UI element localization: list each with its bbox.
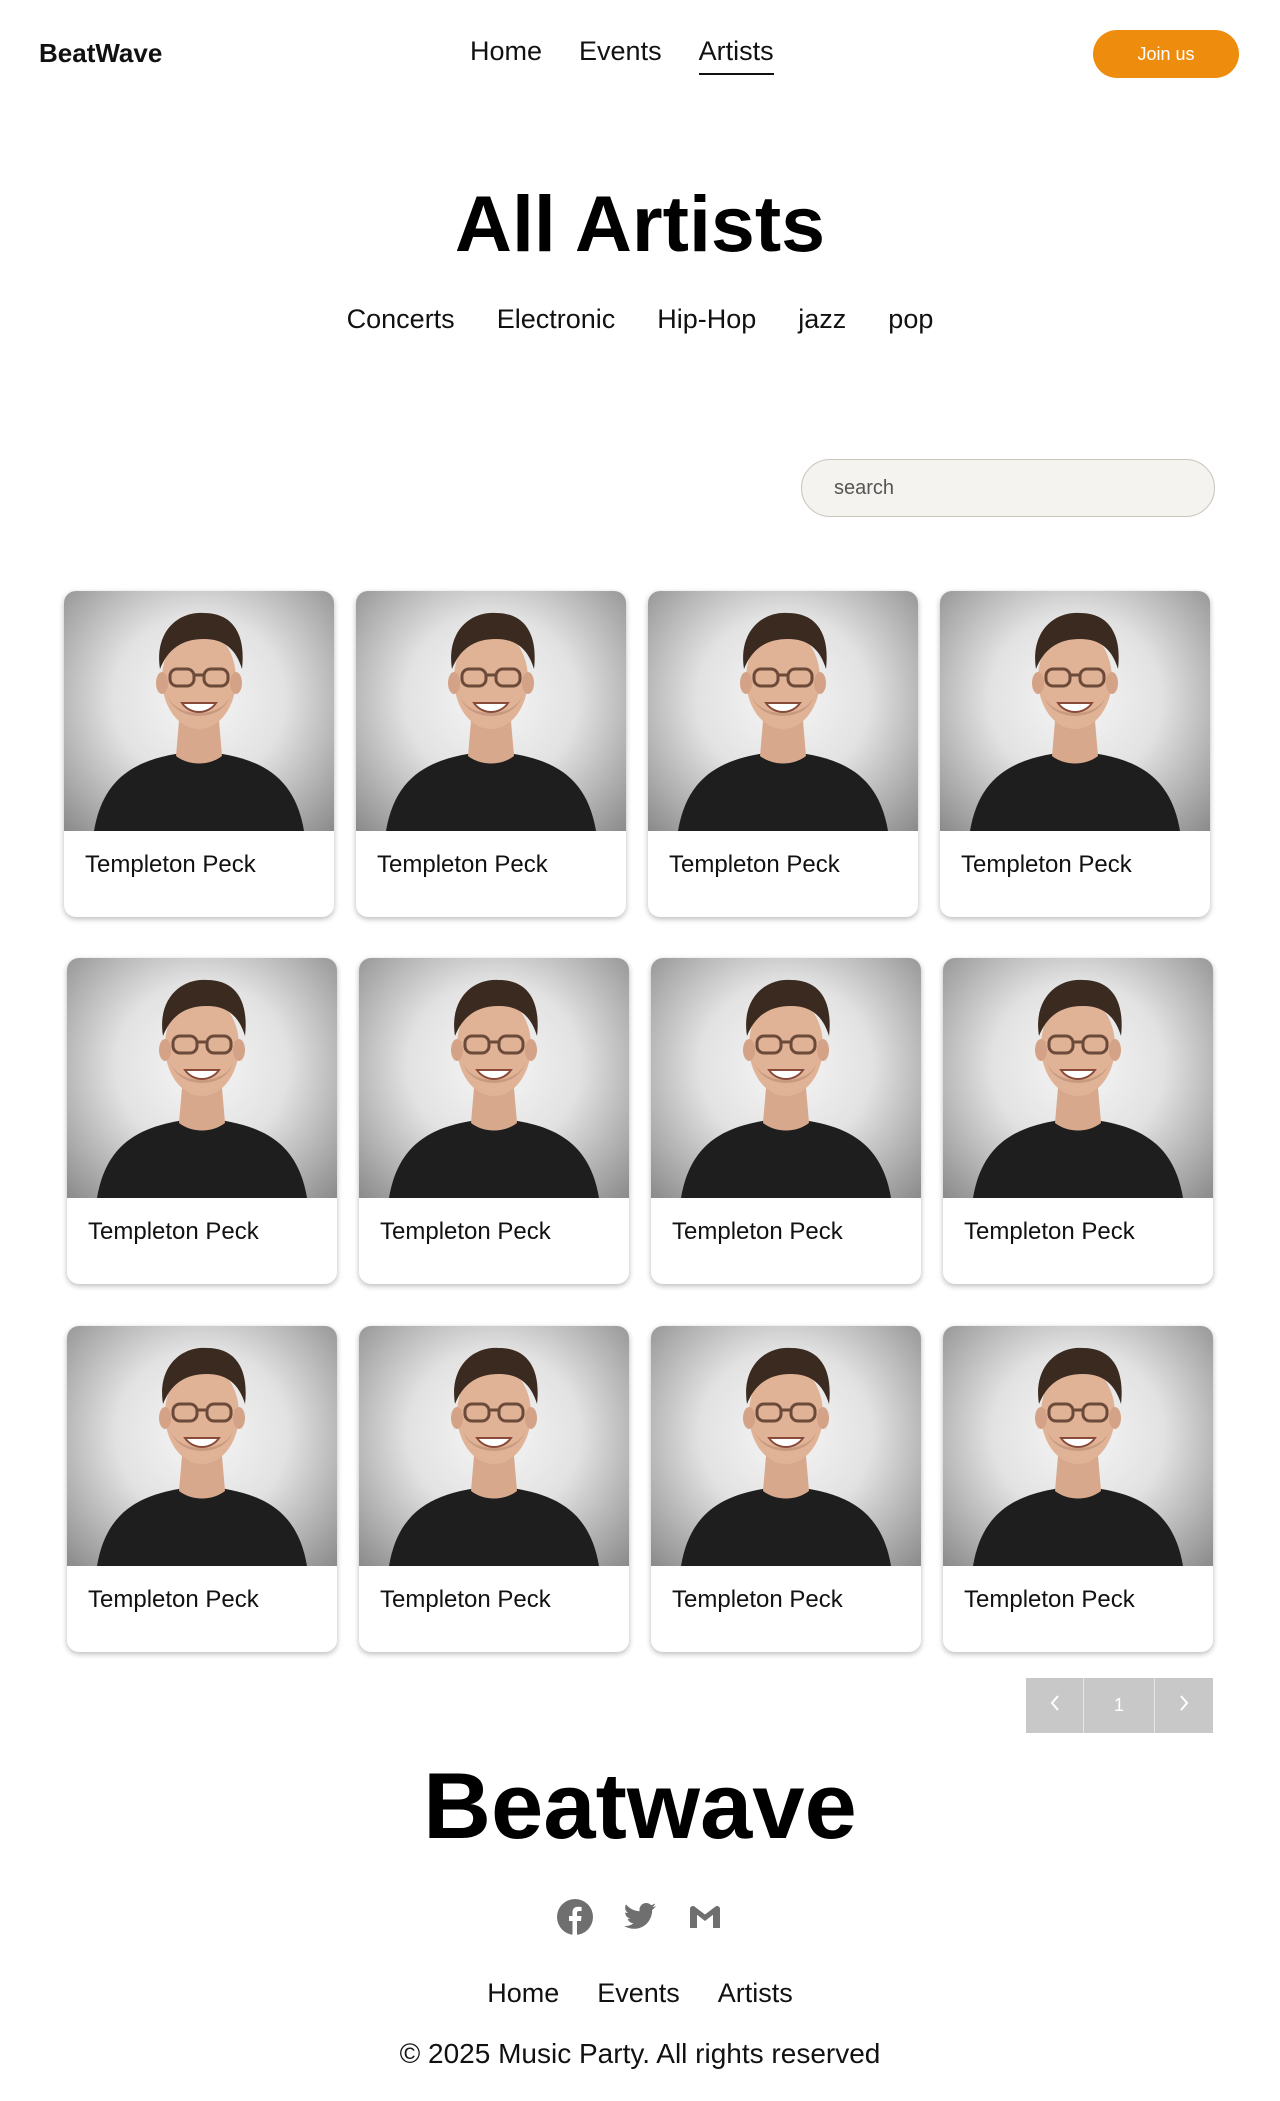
artist-photo bbox=[67, 1326, 337, 1566]
artist-portrait-image bbox=[97, 1347, 307, 1566]
artist-card[interactable]: Templeton Peck bbox=[940, 591, 1210, 917]
artist-card[interactable]: Templeton Peck bbox=[943, 958, 1213, 1284]
artist-name: Templeton Peck bbox=[672, 1586, 843, 1613]
artist-card[interactable]: Templeton Peck bbox=[67, 1326, 337, 1652]
social-links bbox=[555, 1897, 725, 1937]
artist-name: Templeton Peck bbox=[380, 1218, 551, 1245]
site-header: BeatWave Home Events Artists Join us bbox=[0, 0, 1280, 108]
artist-portrait-image bbox=[970, 612, 1180, 831]
artist-name: Templeton Peck bbox=[380, 1586, 551, 1613]
facebook-icon[interactable] bbox=[555, 1897, 595, 1937]
artist-portrait-image bbox=[389, 1347, 599, 1566]
footer-nav: Home Events Artists bbox=[0, 1978, 1280, 2009]
artist-name: Templeton Peck bbox=[377, 851, 548, 878]
footer-brand: Beatwave bbox=[423, 1753, 857, 1858]
chevron-left-icon bbox=[1049, 1694, 1061, 1717]
artist-portrait-image bbox=[94, 612, 304, 831]
footer-link-events[interactable]: Events bbox=[597, 1978, 680, 2009]
artist-name: Templeton Peck bbox=[964, 1218, 1135, 1245]
artist-photo bbox=[943, 958, 1213, 1198]
artist-photo bbox=[648, 591, 918, 831]
artist-name: Templeton Peck bbox=[88, 1218, 259, 1245]
artist-portrait-image bbox=[97, 979, 307, 1198]
artist-card[interactable]: Templeton Peck bbox=[359, 1326, 629, 1652]
artist-portrait-image bbox=[389, 979, 599, 1198]
search-input[interactable] bbox=[801, 459, 1215, 517]
artist-card[interactable]: Templeton Peck bbox=[651, 958, 921, 1284]
pagination: 1 bbox=[1026, 1678, 1213, 1733]
artist-portrait-image bbox=[973, 1347, 1183, 1566]
artist-card[interactable]: Templeton Peck bbox=[64, 591, 334, 917]
footer-link-artists[interactable]: Artists bbox=[718, 1978, 793, 2009]
artist-photo bbox=[359, 1326, 629, 1566]
artist-name: Templeton Peck bbox=[669, 851, 840, 878]
artist-card[interactable]: Templeton Peck bbox=[943, 1326, 1213, 1652]
artist-name: Templeton Peck bbox=[672, 1218, 843, 1245]
chevron-right-icon bbox=[1178, 1694, 1190, 1717]
genre-concerts[interactable]: Concerts bbox=[347, 304, 455, 335]
artist-portrait-image bbox=[678, 612, 888, 831]
artist-photo bbox=[67, 958, 337, 1198]
twitter-icon[interactable] bbox=[620, 1897, 660, 1937]
page-title: All Artists bbox=[454, 179, 826, 268]
artist-card[interactable]: Templeton Peck bbox=[359, 958, 629, 1284]
artist-card[interactable]: Templeton Peck bbox=[648, 591, 918, 917]
genre-pop[interactable]: pop bbox=[888, 304, 933, 335]
artist-photo bbox=[943, 1326, 1213, 1566]
artist-name: Templeton Peck bbox=[88, 1586, 259, 1613]
join-button[interactable]: Join us bbox=[1093, 30, 1239, 78]
gmail-icon[interactable] bbox=[685, 1897, 725, 1937]
artist-card[interactable]: Templeton Peck bbox=[356, 591, 626, 917]
artist-photo bbox=[356, 591, 626, 831]
artist-portrait-image bbox=[681, 979, 891, 1198]
brand-logo[interactable]: BeatWave bbox=[39, 38, 162, 69]
artist-photo bbox=[64, 591, 334, 831]
artist-photo bbox=[651, 1326, 921, 1566]
genre-electronic[interactable]: Electronic bbox=[497, 304, 616, 335]
nav-events[interactable]: Events bbox=[579, 36, 662, 75]
artist-name: Templeton Peck bbox=[964, 1586, 1135, 1613]
nav-home[interactable]: Home bbox=[470, 36, 542, 75]
artist-name: Templeton Peck bbox=[961, 851, 1132, 878]
next-page-button[interactable] bbox=[1155, 1678, 1213, 1733]
genre-filter: Concerts Electronic Hip-Hop jazz pop bbox=[0, 304, 1280, 335]
prev-page-button[interactable] bbox=[1026, 1678, 1084, 1733]
artist-photo bbox=[359, 958, 629, 1198]
nav-artists[interactable]: Artists bbox=[698, 36, 774, 75]
artist-card[interactable]: Templeton Peck bbox=[651, 1326, 921, 1652]
artist-photo bbox=[651, 958, 921, 1198]
genre-hip-hop[interactable]: Hip-Hop bbox=[657, 304, 756, 335]
genre-jazz[interactable]: jazz bbox=[798, 304, 846, 335]
page-number-button[interactable]: 1 bbox=[1084, 1678, 1155, 1733]
footer-link-home[interactable]: Home bbox=[487, 1978, 559, 2009]
copyright-text: © 2025 Music Party. All rights reserved bbox=[399, 2038, 881, 2069]
artist-portrait-image bbox=[386, 612, 596, 831]
main-nav: Home Events Artists bbox=[470, 36, 774, 75]
artist-card[interactable]: Templeton Peck bbox=[67, 958, 337, 1284]
artist-photo bbox=[940, 591, 1210, 831]
artist-portrait-image bbox=[973, 979, 1183, 1198]
artist-name: Templeton Peck bbox=[85, 851, 256, 878]
artist-portrait-image bbox=[681, 1347, 891, 1566]
